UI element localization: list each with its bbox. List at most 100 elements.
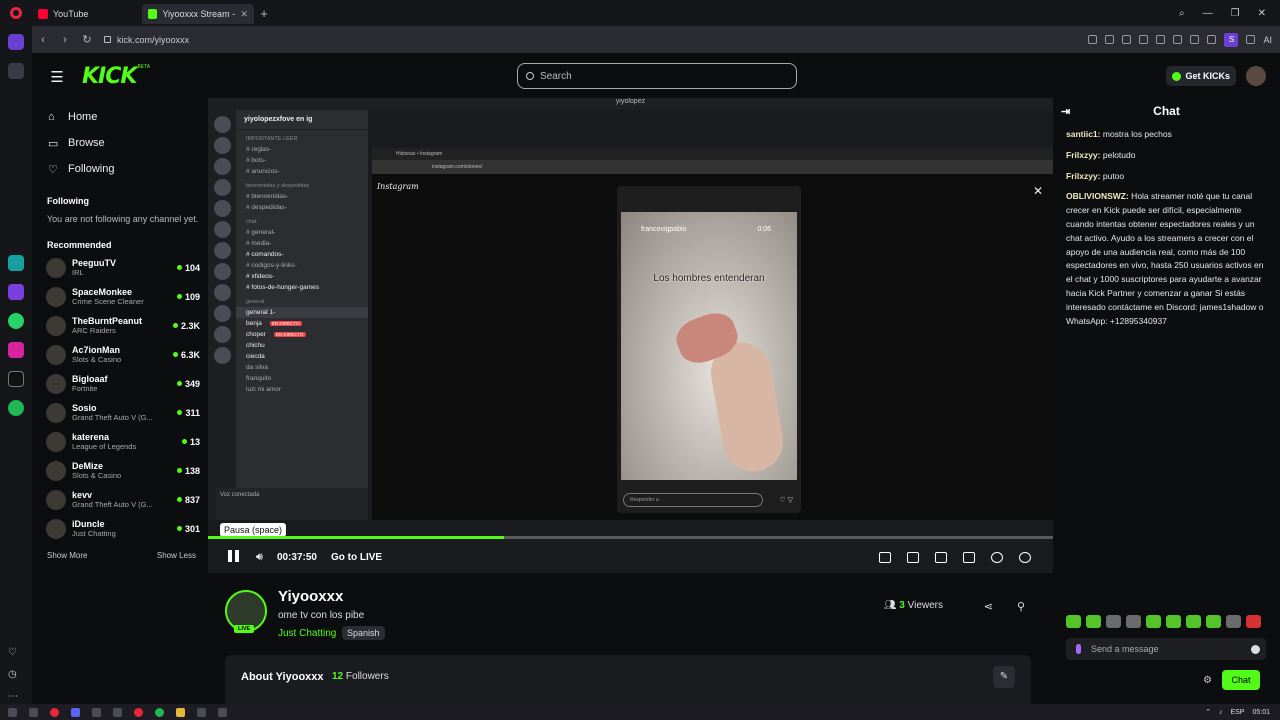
show-less-button[interactable]: Show Less — [157, 551, 196, 560]
progress-bar[interactable] — [208, 536, 1053, 539]
kick-logo[interactable]: KICKBETA — [82, 64, 150, 89]
home-icon[interactable] — [8, 34, 24, 50]
discord-icon[interactable] — [71, 707, 80, 717]
extension-icon[interactable] — [1139, 35, 1149, 44]
show-more-button[interactable]: Show More — [47, 551, 87, 560]
streamer-name[interactable]: Yiyooxxx — [278, 588, 343, 605]
opera-menu-button[interactable] — [0, 0, 32, 26]
windows-start-icon[interactable] — [8, 707, 17, 717]
share-icon[interactable]: ⋖ — [984, 600, 993, 613]
channel-item[interactable]: Bigloaaf Fortnite 349 — [32, 369, 208, 398]
folder-icon[interactable] — [176, 707, 185, 717]
word-icon[interactable] — [29, 707, 38, 717]
minecraft-icon[interactable] — [197, 707, 206, 717]
keyboard-language[interactable]: ESP — [1230, 709, 1244, 716]
clock[interactable]: 05:01 — [1252, 709, 1270, 716]
new-tab-button[interactable]: + — [254, 6, 274, 21]
chat-username[interactable]: Frilxzyy: — [1066, 171, 1101, 181]
browser-search-icon[interactable]: ⌕ — [1179, 8, 1185, 19]
channel-item[interactable]: DeMize Slots & Casino 138 — [32, 456, 208, 485]
x-twitter-icon[interactable] — [8, 371, 24, 387]
chatgpt-icon[interactable] — [8, 255, 24, 271]
pause-button[interactable] — [228, 550, 242, 564]
stream-category[interactable]: Just Chatting — [278, 628, 336, 639]
tab-kick-stream[interactable]: Yiyooxxx Stream - W ✕ — [142, 4, 254, 24]
menu-icon[interactable] — [1207, 35, 1217, 44]
cube-icon[interactable] — [1246, 35, 1256, 44]
volume-icon[interactable]: 🔊︎ — [256, 551, 263, 564]
quality-icon[interactable] — [991, 551, 1003, 563]
nav-browse[interactable]: ▭ Browse — [32, 130, 208, 156]
get-kicks-button[interactable]: Get KICKs — [1166, 66, 1236, 86]
back-button[interactable]: ‹ — [32, 34, 54, 46]
hamburger-menu-icon[interactable]: ☰ — [32, 68, 82, 86]
instagram-icon[interactable] — [8, 342, 24, 358]
clip-icon[interactable] — [907, 551, 919, 563]
tray-volume-icon[interactable]: ♪ — [1219, 709, 1223, 716]
go-to-live-button[interactable]: Go to LIVE — [331, 552, 382, 563]
channel-item[interactable]: SpaceMonkee Crime Scene Cleaner 109 — [32, 282, 208, 311]
search-input[interactable]: Search — [517, 63, 797, 89]
maximize-button[interactable]: ❐ — [1231, 8, 1240, 19]
about-panel: About Yiyooxxx 12 Followers ✎ — [225, 655, 1031, 704]
steam-icon[interactable] — [113, 707, 122, 717]
camera-icon[interactable] — [1105, 35, 1115, 44]
spotify-icon[interactable] — [155, 707, 164, 717]
reload-button[interactable]: ↻ — [76, 33, 98, 46]
miniplayer-icon[interactable] — [879, 551, 891, 563]
chat-settings-gear-icon[interactable]: ⚙ — [1203, 675, 1212, 686]
send-chat-button[interactable]: Chat — [1221, 670, 1260, 690]
close-tab-icon[interactable]: ✕ — [240, 9, 248, 20]
chat-username[interactable]: Frilxzyy: — [1066, 150, 1101, 160]
channel-item[interactable]: katerena League of Legends 13 — [32, 427, 208, 456]
aria-icon[interactable] — [8, 284, 24, 300]
chat-username[interactable]: santiic1: — [1066, 129, 1101, 139]
more-options-icon[interactable]: ⚲ — [1017, 600, 1025, 613]
heart-icon[interactable] — [1173, 35, 1183, 44]
channel-category: Slots & Casino — [72, 471, 122, 480]
shield-icon[interactable] — [1122, 35, 1132, 44]
emoji-icon[interactable] — [1251, 644, 1260, 654]
edit-pencil-icon[interactable]: ✎ — [993, 666, 1015, 688]
play-icon[interactable] — [1156, 35, 1166, 44]
forward-button[interactable]: › — [54, 34, 76, 46]
user-avatar[interactable] — [1246, 66, 1266, 86]
settings-gear-icon[interactable] — [1019, 551, 1031, 563]
fullscreen-icon[interactable] — [963, 551, 975, 563]
collapse-chat-icon[interactable]: ⇥ — [1061, 105, 1077, 118]
channel-item[interactable]: kevv Grand Theft Auto V (G... 837 — [32, 485, 208, 514]
video-player[interactable]: yiyolopez yiyolopezxfove en ig IMPORTANT… — [208, 98, 1053, 573]
nav-following[interactable]: ♡ Following — [32, 156, 208, 182]
nav-home[interactable]: ⌂ Home — [32, 104, 208, 130]
tray-chevron-icon[interactable]: ⌃ — [1205, 708, 1211, 716]
close-window-button[interactable]: ✕ — [1258, 8, 1266, 19]
tab-youtube[interactable]: YouTube — [32, 4, 142, 24]
heart-icon[interactable]: ♡ — [8, 647, 18, 658]
minimize-button[interactable]: — — [1203, 8, 1213, 19]
theater-mode-icon[interactable] — [935, 551, 947, 563]
settings-icon[interactable] — [92, 707, 101, 717]
language-tag[interactable]: Spanish — [342, 626, 385, 640]
spotify-icon[interactable] — [8, 400, 24, 416]
window-controls: ⌕ — ❐ ✕ — [1179, 8, 1280, 19]
discord-channel-label: general 1- — [246, 309, 276, 316]
record-icon[interactable] — [134, 707, 143, 717]
obs-icon[interactable] — [218, 707, 227, 717]
channel-item[interactable]: PeeguuTV IRL 104 — [32, 253, 208, 282]
ai-button[interactable]: AI — [1263, 35, 1272, 45]
channel-item[interactable]: iDuncle Just Chatting 301 — [32, 514, 208, 543]
opera-icon[interactable] — [50, 707, 59, 717]
download-icon[interactable] — [1190, 35, 1200, 44]
more-icon[interactable]: ⋯ — [8, 691, 18, 702]
share-icon[interactable] — [1088, 35, 1098, 44]
url-field[interactable]: kick.com/yiyooxxx — [104, 35, 189, 45]
history-icon[interactable]: ◷ — [8, 669, 18, 680]
bookmark-icon[interactable] — [8, 63, 24, 79]
channel-item[interactable]: TheBurntPeanut ARC Raiders 2.3K — [32, 311, 208, 340]
whatsapp-icon[interactable] — [8, 313, 24, 329]
chat-input[interactable]: Send a message — [1066, 638, 1266, 660]
channel-item[interactable]: Sosio Grand Theft Auto V (G... 311 — [32, 398, 208, 427]
chat-username[interactable]: OBLIVIONSWZ: — [1066, 191, 1129, 201]
profile-icon[interactable]: S — [1224, 32, 1239, 47]
channel-item[interactable]: Ac7ionMan Slots & Casino 6.3K — [32, 340, 208, 369]
